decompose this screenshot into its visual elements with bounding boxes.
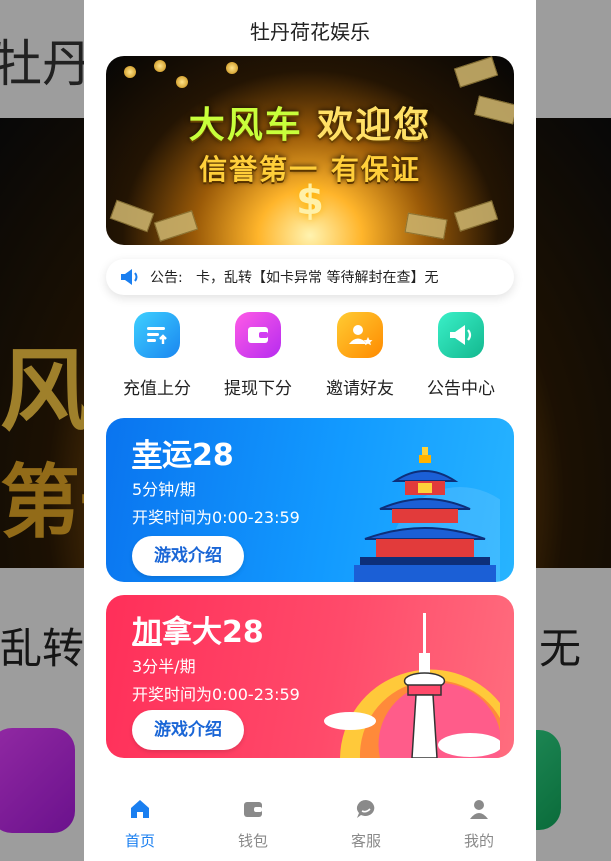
banknote-decoration: [153, 210, 199, 242]
tab-label: 首页: [124, 832, 155, 850]
banknote-decoration: [453, 56, 499, 88]
game-intro-button[interactable]: 游戏介绍: [132, 710, 244, 750]
coin-decoration: [176, 76, 188, 88]
banknote-decoration: [109, 199, 155, 233]
coin-decoration: [124, 66, 136, 78]
notice-text: 卡，乱转【如卡异常 等待解封在查】无: [196, 270, 439, 286]
game-card-lucky28[interactable]: 幸运28 5分钟/期 开奖时间为0:00-23:59 游戏介绍: [106, 418, 514, 582]
megaphone-icon: [438, 312, 484, 358]
recharge-icon: [134, 312, 180, 358]
app-screen: 牡丹荷花娱乐 大风车 欢迎您 信誉第一 有保证 $ 公告: 卡，乱转【如卡异常 …: [84, 0, 536, 861]
temple-illustration: [354, 447, 500, 582]
quick-action-label: 邀请好友: [326, 379, 394, 399]
game-intro-button[interactable]: 游戏介绍: [132, 536, 244, 576]
dollar-icon: $: [296, 178, 324, 224]
tab-wallet[interactable]: 钱包: [218, 798, 288, 851]
quick-action-recharge[interactable]: 充值上分: [107, 312, 207, 399]
quick-action-invite[interactable]: 邀请好友: [310, 312, 410, 399]
tab-label: 我的: [463, 832, 494, 850]
tab-label: 钱包: [237, 832, 268, 850]
tower-illustration: [324, 613, 500, 758]
bottom-tab-bar: 首页 钱包 客服 我的: [84, 790, 536, 861]
wallet-icon: [235, 312, 281, 358]
tab-profile[interactable]: 我的: [444, 798, 514, 851]
banner-headline-welcome: 欢迎您: [317, 105, 432, 146]
wallet-icon: [244, 802, 262, 817]
home-icon: [131, 800, 149, 818]
game-card-canada28[interactable]: 加拿大28 3分半/期 开奖时间为0:00-23:59 游戏介绍: [106, 595, 514, 758]
speaker-icon: [121, 269, 138, 285]
title-underline: [132, 643, 162, 646]
tab-customer-service[interactable]: 客服: [331, 798, 401, 851]
banknote-decoration: [404, 212, 448, 240]
tab-home[interactable]: 首页: [105, 798, 175, 851]
draw-time: 开奖时间为0:00-23:59: [132, 508, 300, 527]
quick-action-announcements[interactable]: 公告中心: [411, 312, 511, 399]
draw-time: 开奖时间为0:00-23:59: [132, 685, 300, 704]
banner-headline-brand: 大风车: [188, 105, 303, 146]
game-period: 5分钟/期: [132, 480, 196, 499]
title-underline: [132, 466, 162, 469]
tab-label: 客服: [350, 832, 381, 850]
user-icon: [470, 800, 488, 819]
coin-decoration: [154, 60, 166, 72]
notice-label: 公告:: [150, 270, 183, 286]
chat-icon: [357, 800, 375, 818]
game-period: 3分半/期: [132, 657, 196, 676]
coin-decoration: [226, 62, 238, 74]
quick-action-label: 提现下分: [224, 379, 292, 399]
quick-action-label: 充值上分: [123, 379, 191, 399]
invite-icon: [337, 312, 383, 358]
page-title: 牡丹荷花娱乐: [250, 20, 370, 44]
promo-banner[interactable]: 大风车 欢迎您 信誉第一 有保证 $: [106, 56, 514, 245]
banner-headline: 大风车 欢迎您: [106, 96, 514, 148]
quick-action-withdraw[interactable]: 提现下分: [208, 312, 308, 399]
quick-action-label: 公告中心: [427, 379, 495, 399]
banknote-decoration: [453, 200, 499, 232]
notice-bar[interactable]: 公告: 卡，乱转【如卡异常 等待解封在查】无: [106, 259, 514, 295]
